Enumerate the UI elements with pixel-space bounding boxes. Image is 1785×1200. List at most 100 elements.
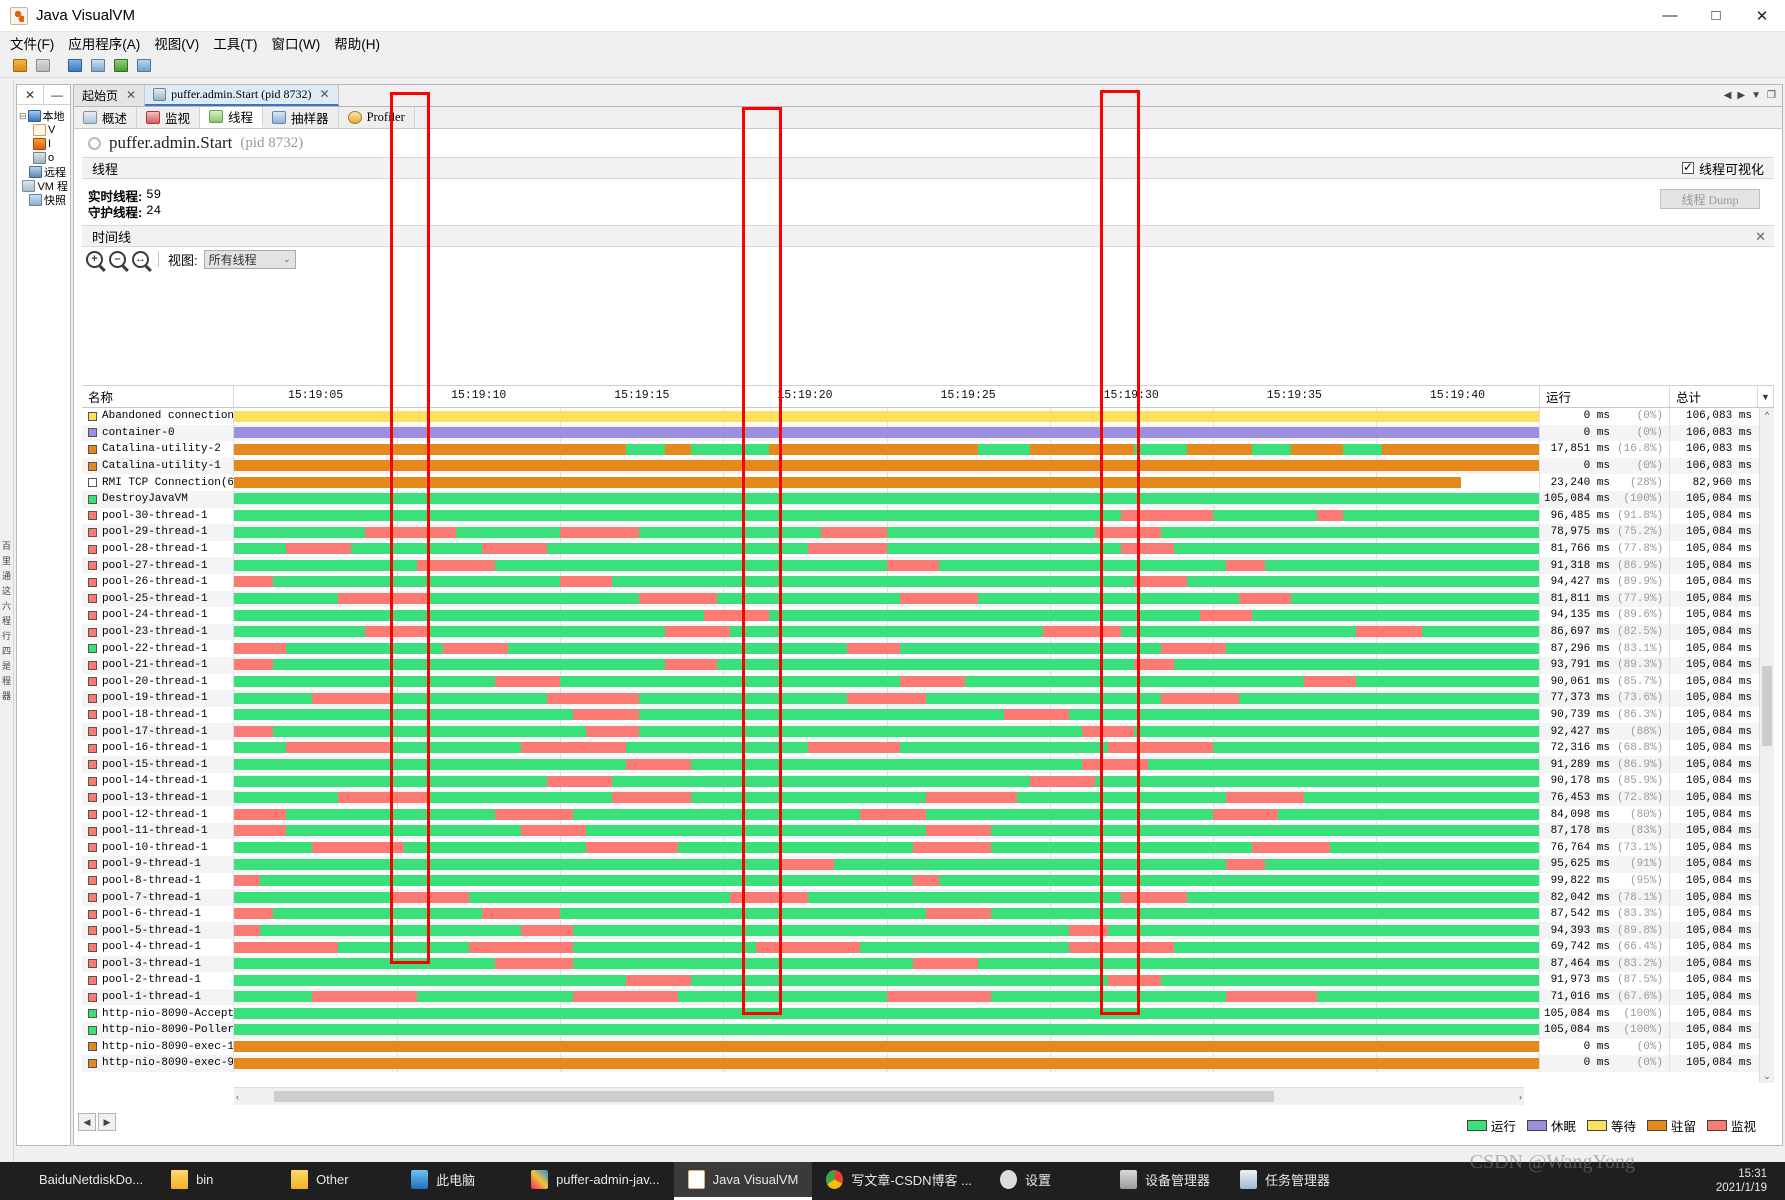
tab-threads[interactable]: 线程 xyxy=(200,107,264,128)
thread-timeline-cell[interactable] xyxy=(234,856,1540,873)
table-row[interactable]: pool-22-thread-1 87,296 ms (83.1%) 105,084 … xyxy=(82,640,1774,657)
thread-timeline-cell[interactable] xyxy=(234,408,1540,425)
taskbar-item-java-visualvm[interactable]: Java VisualVM xyxy=(673,1162,813,1200)
table-row[interactable]: Catalina-utility-2 17,851 ms (16.8%) 106,08… xyxy=(82,441,1774,458)
table-row[interactable]: pool-7-thread-1 82,042 ms (78.1%) 105,084 m… xyxy=(82,889,1774,906)
table-row[interactable]: pool-9-thread-1 95,625 ms (91%) 105,084 ms xyxy=(82,856,1774,873)
zoom-out-icon[interactable]: – xyxy=(109,250,126,268)
tab-list-icon[interactable]: ▼ xyxy=(1751,90,1761,101)
thread-timeline-cell[interactable] xyxy=(234,905,1540,923)
table-row[interactable]: pool-21-thread-1 93,791 ms (89.3%) 105,084 … xyxy=(82,656,1774,674)
table-row[interactable]: pool-24-thread-1 94,135 ms (89.6%) 105,084 … xyxy=(82,607,1774,624)
table-row[interactable]: pool-26-thread-1 94,427 ms (89.9%) 105,084 … xyxy=(82,573,1774,591)
thread-timeline-cell[interactable] xyxy=(234,972,1540,989)
add-jmx-connection-icon[interactable] xyxy=(65,56,85,75)
thread-timeline-cell[interactable] xyxy=(234,540,1540,558)
taskbar-item-other[interactable]: Other xyxy=(277,1162,397,1200)
table-row[interactable]: pool-1-thread-1 71,016 ms (67.6%) 105,084 m… xyxy=(82,988,1774,1006)
checkbox-icon[interactable] xyxy=(1681,160,1694,174)
tab-start-page[interactable]: 起始页 ✕ xyxy=(74,85,146,106)
thread-timeline-cell[interactable] xyxy=(234,573,1540,591)
close-icon[interactable]: ✕ xyxy=(320,87,330,102)
add-jmx-icon[interactable] xyxy=(88,56,108,75)
menu-item-window[interactable]: 窗口(W) xyxy=(272,33,321,53)
thread-timeline-cell[interactable] xyxy=(234,706,1540,724)
table-row[interactable]: http-nio-8090-exec-9 0 ms (0%) 105,084 ms xyxy=(82,1055,1774,1072)
tab-sampler[interactable]: 抽样器 xyxy=(263,107,339,128)
table-row[interactable]: pool-3-thread-1 87,464 ms (83.2%) 105,084 m… xyxy=(82,955,1774,973)
taskbar-item-baidunetdiskdo-[interactable]: BaiduNetdiskDo... xyxy=(0,1162,157,1200)
tab-profiler[interactable]: Profiler xyxy=(338,107,415,128)
tree-node-local[interactable]: ⊟ 本地 xyxy=(19,109,68,123)
table-row[interactable]: pool-17-thread-1 92,427 ms (88%) 105,084 ms xyxy=(82,723,1774,740)
table-row[interactable]: pool-12-thread-1 84,098 ms (80%) 105,084 ms xyxy=(82,806,1774,823)
thread-timeline-cell[interactable] xyxy=(234,773,1540,790)
column-header-running[interactable]: 运行 xyxy=(1540,386,1670,407)
thread-timeline-cell[interactable] xyxy=(234,607,1540,624)
taskbar-item-任务管理器[interactable]: 任务管理器 xyxy=(1226,1162,1346,1200)
table-row[interactable]: pool-11-thread-1 87,178 ms (83%) 105,084 ms xyxy=(82,822,1774,840)
thread-timeline-cell[interactable] xyxy=(234,441,1540,458)
maximize-button[interactable]: □ xyxy=(1693,0,1739,32)
table-row[interactable]: http-nio-8090-Acceptor 105,084 ms (100%) 10… xyxy=(82,1005,1774,1022)
taskbar-item-设备管理器[interactable]: 设备管理器 xyxy=(1106,1162,1226,1200)
thread-timeline-cell[interactable] xyxy=(234,623,1540,641)
add-remote-host-icon[interactable] xyxy=(111,56,131,75)
explorer-minimize-button[interactable]: — xyxy=(44,85,70,104)
thread-timeline-cell[interactable] xyxy=(234,490,1540,508)
view-filter-select[interactable]: 所有线程 ⌄ xyxy=(203,249,296,269)
thread-timeline-cell[interactable] xyxy=(234,524,1540,541)
table-row[interactable]: pool-5-thread-1 94,393 ms (89.8%) 105,084 m… xyxy=(82,922,1774,939)
table-row[interactable]: Abandoned connection cleanu 0 ms (0%) 106,0… xyxy=(82,408,1774,425)
taskbar-item-此电脑[interactable]: 此电脑 xyxy=(397,1162,517,1200)
thread-timeline-cell[interactable] xyxy=(234,690,1540,707)
taskbar-item-写文章-csdn博客-[interactable]: 写文章-CSDN博客 ... xyxy=(812,1162,986,1200)
scroll-down-icon[interactable]: ⌄ xyxy=(1760,1069,1774,1083)
thread-dump-button[interactable]: 线程 Dump xyxy=(1660,189,1760,209)
thread-timeline-cell[interactable] xyxy=(234,988,1540,1006)
column-header-total[interactable]: 总计 xyxy=(1670,386,1758,407)
thread-timeline-cell[interactable] xyxy=(234,1038,1540,1056)
scroll-thumb[interactable] xyxy=(1762,666,1772,746)
table-row[interactable]: pool-28-thread-1 81,766 ms (77.8%) 105,084 … xyxy=(82,540,1774,558)
thread-timeline-cell[interactable] xyxy=(234,806,1540,823)
tree-node-vm-coredumps[interactable]: VM 程 xyxy=(19,179,68,193)
add-snapshot-icon[interactable] xyxy=(134,56,154,75)
column-sort-arrow-icon[interactable]: ▼ xyxy=(1758,386,1774,407)
menu-item-tools[interactable]: 工具(T) xyxy=(213,33,257,53)
zoom-fit-icon[interactable]: ↔ xyxy=(132,250,149,268)
tab-puffer-admin-start[interactable]: puffer.admin.Start (pid 8732) ✕ xyxy=(145,85,339,106)
menu-item-applications[interactable]: 应用程序(A) xyxy=(68,33,140,53)
table-row[interactable]: container-0 0 ms (0%) 106,083 ms xyxy=(82,424,1774,442)
save-icon[interactable] xyxy=(10,56,30,75)
tree-node-idea[interactable]: I xyxy=(19,137,68,151)
thread-timeline-cell[interactable] xyxy=(234,1055,1540,1072)
thread-visualization-toggle[interactable]: 线程可视化 xyxy=(1681,159,1764,178)
thread-timeline-cell[interactable] xyxy=(234,922,1540,939)
table-row[interactable]: http-nio-8090-Poller 105,084 ms (100%) 105,… xyxy=(82,1021,1774,1039)
menu-item-file[interactable]: 文件(F) xyxy=(10,33,54,53)
hscroll-right-icon[interactable]: › xyxy=(1519,1092,1522,1102)
table-row[interactable]: pool-19-thread-1 77,373 ms (73.6%) 105,084 … xyxy=(82,690,1774,707)
explorer-close-button[interactable]: ✕ xyxy=(17,85,44,104)
table-row[interactable]: pool-29-thread-1 78,975 ms (75.2%) 105,084 … xyxy=(82,524,1774,541)
thread-timeline-cell[interactable] xyxy=(234,839,1540,857)
thread-timeline-cell[interactable] xyxy=(234,557,1540,574)
thread-timeline-cell[interactable] xyxy=(234,872,1540,890)
table-row[interactable]: pool-8-thread-1 99,822 ms (95%) 105,084 ms xyxy=(82,872,1774,890)
thread-timeline-cell[interactable] xyxy=(234,756,1540,774)
column-header-name[interactable]: 名称 xyxy=(82,386,234,407)
thread-timeline-cell[interactable] xyxy=(234,723,1540,740)
thread-timeline-cell[interactable] xyxy=(234,457,1540,475)
tab-monitor[interactable]: 监视 xyxy=(137,107,201,128)
thread-timeline-cell[interactable] xyxy=(234,424,1540,442)
table-row[interactable]: pool-20-thread-1 90,061 ms (85.7%) 105,084 … xyxy=(82,673,1774,691)
table-row[interactable]: pool-2-thread-1 91,973 ms (87.5%) 105,084 m… xyxy=(82,972,1774,989)
table-row[interactable]: pool-10-thread-1 76,764 ms (73.1%) 105,084 … xyxy=(82,839,1774,857)
table-row[interactable]: pool-13-thread-1 76,453 ms (72.8%) 105,084 … xyxy=(82,789,1774,807)
taskbar-item-bin[interactable]: bin xyxy=(157,1162,277,1200)
thread-timeline-cell[interactable] xyxy=(234,789,1540,807)
scroll-up-icon[interactable]: ^ xyxy=(1760,408,1774,422)
thread-timeline-cell[interactable] xyxy=(234,656,1540,674)
table-row[interactable]: pool-6-thread-1 87,542 ms (83.3%) 105,084 m… xyxy=(82,905,1774,923)
